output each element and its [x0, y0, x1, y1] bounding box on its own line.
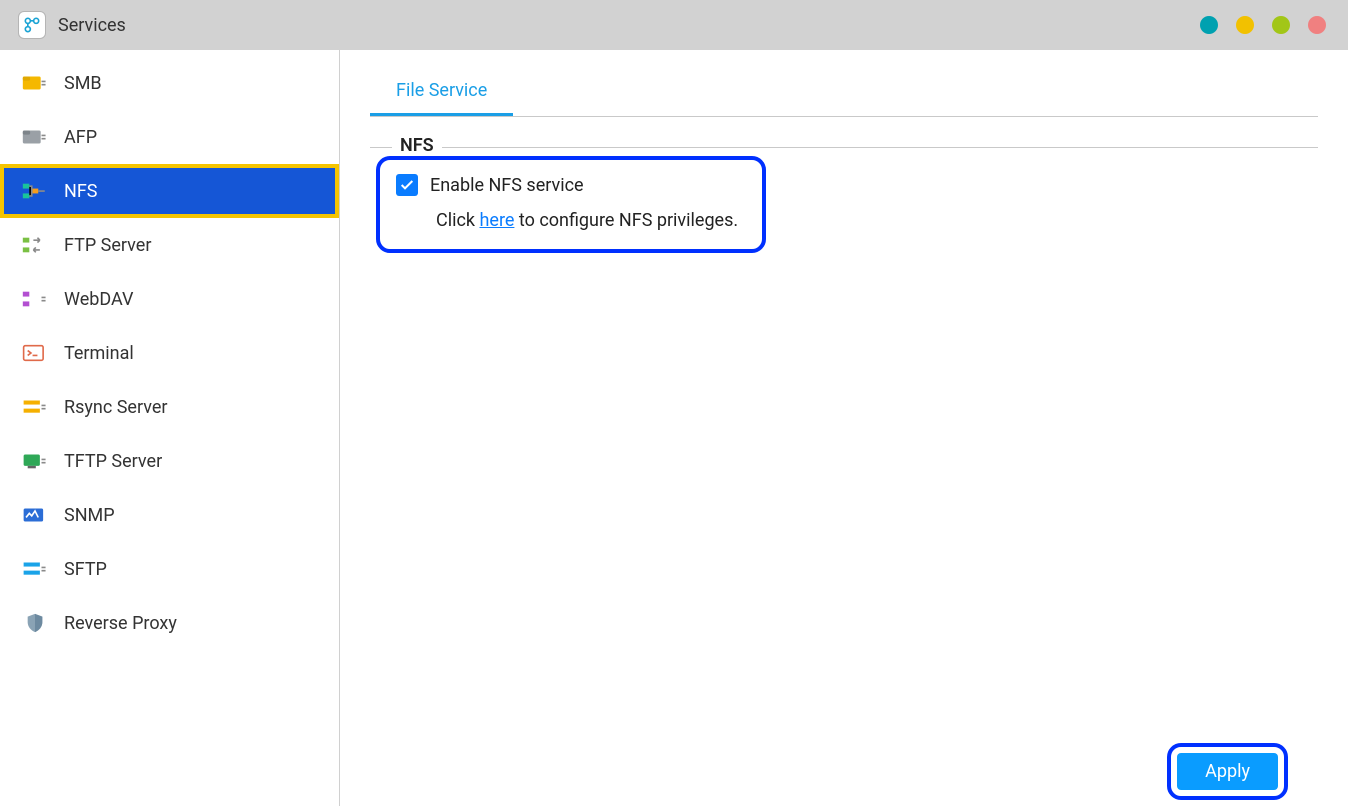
- sidebar-item-label: TFTP Server: [64, 451, 162, 472]
- tftp-icon: [20, 450, 50, 472]
- sidebar-item-webdav[interactable]: WebDAV: [0, 272, 339, 326]
- sidebar-item-reverse-proxy[interactable]: Reverse Proxy: [0, 596, 339, 650]
- enable-nfs-checkbox[interactable]: [396, 174, 418, 196]
- tab-file-service[interactable]: File Service: [370, 70, 513, 116]
- footer: Apply: [370, 736, 1318, 806]
- hint-suffix: to configure NFS privileges.: [514, 210, 738, 231]
- folder-gray-icon: [20, 126, 50, 148]
- sidebar-item-nfs[interactable]: NFS: [0, 164, 339, 218]
- rsync-icon: [20, 396, 50, 418]
- sidebar-item-terminal[interactable]: Terminal: [0, 326, 339, 380]
- sidebar-item-ftp[interactable]: FTP Server: [0, 218, 339, 272]
- window-dot-3[interactable]: [1272, 16, 1290, 34]
- main-panel: File Service NFS Enable NFS service Clic: [340, 50, 1348, 806]
- sidebar-item-label: FTP Server: [64, 235, 151, 256]
- sidebar-item-label: Rsync Server: [64, 397, 167, 418]
- window-controls: [1200, 16, 1326, 34]
- sidebar-item-tftp[interactable]: TFTP Server: [0, 434, 339, 488]
- sidebar-item-label: SNMP: [64, 505, 115, 526]
- enable-nfs-row: Enable NFS service: [396, 174, 746, 196]
- sidebar: SMB AFP NFS FTP Server: [0, 50, 340, 806]
- titlebar: Services: [0, 0, 1348, 50]
- content-area: NFS Enable NFS service Click here to con…: [370, 117, 1318, 736]
- configure-privileges-link[interactable]: here: [479, 210, 514, 231]
- sidebar-item-snmp[interactable]: SNMP: [0, 488, 339, 542]
- sidebar-item-rsync[interactable]: Rsync Server: [0, 380, 339, 434]
- sidebar-item-label: Terminal: [64, 343, 134, 364]
- sftp-icon: [20, 558, 50, 580]
- services-app-icon: [18, 11, 46, 39]
- sidebar-item-label: NFS: [64, 181, 97, 202]
- sidebar-item-sftp[interactable]: SFTP: [0, 542, 339, 596]
- sidebar-item-label: SMB: [64, 73, 102, 94]
- ftp-icon: [20, 234, 50, 256]
- configure-hint: Click here to configure NFS privileges.: [436, 210, 746, 231]
- shield-icon: [20, 612, 50, 634]
- group-title: NFS: [392, 135, 442, 156]
- webdav-icon: [20, 288, 50, 310]
- body: SMB AFP NFS FTP Server: [0, 50, 1348, 806]
- folder-share-icon: [20, 72, 50, 94]
- services-window: Services SMB AFP: [0, 0, 1348, 806]
- sidebar-item-label: Reverse Proxy: [64, 613, 177, 634]
- sidebar-item-label: AFP: [64, 127, 97, 148]
- sidebar-item-afp[interactable]: AFP: [0, 110, 339, 164]
- hint-prefix: Click: [436, 210, 479, 231]
- window-dot-2[interactable]: [1236, 16, 1254, 34]
- group-nfs: NFS Enable NFS service Click here to con…: [370, 147, 1318, 253]
- snmp-icon: [20, 504, 50, 526]
- window-dot-4[interactable]: [1308, 16, 1326, 34]
- tab-row: File Service: [370, 70, 1318, 117]
- terminal-icon: [20, 342, 50, 364]
- sidebar-item-label: WebDAV: [64, 289, 133, 310]
- sidebar-item-label: SFTP: [64, 559, 107, 580]
- enable-nfs-label: Enable NFS service: [430, 175, 584, 196]
- nfs-icon: [20, 180, 50, 202]
- highlight-enable-nfs: Enable NFS service Click here to configu…: [376, 156, 766, 253]
- sidebar-item-smb[interactable]: SMB: [0, 56, 339, 110]
- window-dot-1[interactable]: [1200, 16, 1218, 34]
- highlight-apply: Apply: [1167, 743, 1288, 800]
- window-title: Services: [58, 15, 126, 36]
- apply-button[interactable]: Apply: [1177, 753, 1278, 790]
